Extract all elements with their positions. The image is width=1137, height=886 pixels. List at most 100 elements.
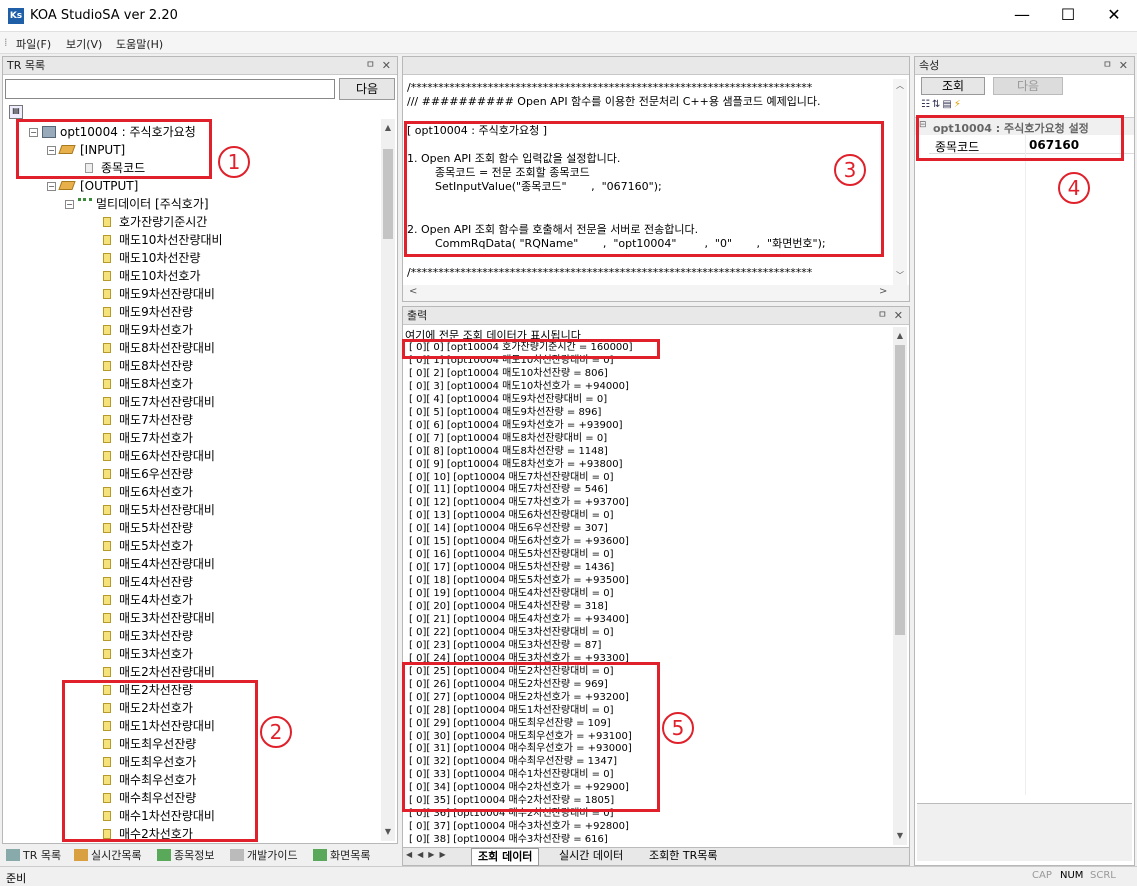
- tree-field-item[interactable]: 매도7차선잔량대비: [103, 393, 215, 411]
- collapse-icon[interactable]: −: [65, 200, 74, 209]
- annotation-circle-2: 2: [260, 716, 292, 748]
- scroll-right-icon[interactable]: >: [879, 286, 887, 297]
- tree-field-item[interactable]: 매도6차선호가: [103, 483, 193, 501]
- field-icon: [103, 613, 111, 623]
- tree-field-item[interactable]: 매도9차선잔량대비: [103, 285, 215, 303]
- tree-field-label: 매도9차선호가: [119, 323, 193, 337]
- field-icon: [103, 541, 111, 551]
- tab-queried-tr-list[interactable]: 조회한 TR목록: [643, 848, 723, 866]
- tree-field-item[interactable]: 매도3차선잔량대비: [103, 609, 215, 627]
- code-hscrollbar[interactable]: < >: [403, 285, 909, 301]
- property-pages-icon[interactable]: ▤: [942, 99, 953, 110]
- tree-field-item[interactable]: 매도9차선호가: [103, 321, 193, 339]
- scroll-up-icon[interactable]: ▲: [893, 329, 907, 343]
- tree-field-item[interactable]: 매도4차선호가: [103, 591, 193, 609]
- props-panel-header: 속성 ㅁ ✕: [915, 57, 1134, 75]
- tree-field-label: 매도9차선잔량대비: [119, 287, 215, 301]
- tree-field-item[interactable]: 매도7차선잔량: [103, 411, 193, 429]
- events-icon[interactable]: ⚡: [954, 99, 963, 110]
- status-text: 준비: [6, 872, 27, 885]
- menu-view[interactable]: 보기(V): [66, 36, 102, 52]
- scroll-up-icon[interactable]: ▲: [381, 121, 395, 135]
- close-button[interactable]: ✕: [1091, 0, 1137, 32]
- realtime-icon: [74, 849, 88, 861]
- tree-field-item[interactable]: 매도10차선잔량대비: [103, 231, 223, 249]
- tree-field-label: 매도10차선잔량대비: [119, 233, 223, 247]
- annotation-box-5a: [402, 339, 660, 359]
- tree-field-item[interactable]: 매도3차선잔량: [103, 627, 193, 645]
- annotation-box-3: [404, 121, 884, 257]
- status-bar: 준비 CAP NUM SCRL: [0, 866, 1137, 886]
- annotation-box-5: [402, 662, 660, 812]
- tree-field-item[interactable]: 매도8차선잔량대비: [103, 339, 215, 357]
- tree-field-item[interactable]: 매도8차선잔량: [103, 357, 193, 375]
- scroll-left-icon[interactable]: <: [409, 286, 417, 297]
- panel-close-icon[interactable]: ✕: [1119, 57, 1128, 75]
- scroll-thumb[interactable]: [383, 149, 393, 239]
- tree-field-item[interactable]: 매도8차선호가: [103, 375, 193, 393]
- menu-file[interactable]: 파일(F): [16, 36, 51, 52]
- tree-field-item[interactable]: 매도5차선호가: [103, 537, 193, 555]
- tree-field-item[interactable]: 매도10차선호가: [103, 267, 201, 285]
- tree-field-item[interactable]: 매도10차선잔량: [103, 249, 201, 267]
- window-title: KOA StudioSA ver 2.20: [30, 8, 178, 23]
- field-icon: [103, 487, 111, 497]
- scroll-down-icon[interactable]: ▼: [893, 829, 907, 843]
- tree-field-item[interactable]: 매도6우선잔량: [103, 465, 193, 483]
- tree-field-item[interactable]: 매도7차선호가: [103, 429, 193, 447]
- scroll-up-icon[interactable]: ︿: [893, 79, 907, 93]
- sort-az-icon[interactable]: ⇅: [932, 99, 942, 110]
- output-scrollbar[interactable]: ▲ ▼: [893, 327, 907, 845]
- pin-icon[interactable]: ㅁ: [1103, 57, 1112, 75]
- menu-help[interactable]: 도움말(H): [116, 36, 163, 52]
- code-scrollbar[interactable]: ︿ ﹀: [893, 79, 907, 285]
- tree-field-item[interactable]: 매도4차선잔량대비: [103, 555, 215, 573]
- tree-field-label: 매도5차선잔량: [119, 521, 193, 535]
- maximize-button[interactable]: ☐: [1045, 0, 1091, 32]
- pin-icon[interactable]: ㅁ: [878, 307, 887, 325]
- collapse-icon[interactable]: −: [47, 182, 56, 191]
- tab-nav-icons[interactable]: ◀◀▶▶: [406, 850, 451, 859]
- panel-close-icon[interactable]: ✕: [382, 57, 391, 75]
- tab-query-data[interactable]: 조회 데이터: [471, 848, 540, 866]
- tree-field-item[interactable]: 매도9차선잔량: [103, 303, 193, 321]
- scroll-down-icon[interactable]: ▼: [381, 825, 395, 839]
- panel-close-icon[interactable]: ✕: [894, 307, 903, 325]
- categorized-icon[interactable]: ☷: [921, 99, 932, 110]
- tree-field-item[interactable]: 호가잔량기준시간: [103, 213, 207, 231]
- scroll-down-icon[interactable]: ﹀: [893, 269, 907, 283]
- tree-toolbar-icon[interactable]: ▤: [9, 105, 23, 119]
- props-next-button[interactable]: 다음: [993, 77, 1063, 95]
- tree-field-item[interactable]: 매도3차선호가: [103, 645, 193, 663]
- tab-screen-list[interactable]: 화면목록: [313, 846, 370, 866]
- tr-search-input[interactable]: [5, 79, 335, 99]
- tree-output-folder[interactable]: − [OUTPUT]: [47, 177, 138, 195]
- tab-dev-guide[interactable]: 개발가이드: [230, 846, 298, 866]
- tr-tree-scrollbar[interactable]: ▲ ▼: [381, 119, 395, 841]
- tree-field-item[interactable]: 매도2차선잔량대비: [103, 663, 215, 681]
- output-folder-label: [OUTPUT]: [80, 179, 139, 193]
- output-line: [ 0][ 5] [opt10004 매도9차선잔량 = 896]: [409, 406, 602, 418]
- tab-stock-info[interactable]: 종목정보: [157, 846, 214, 866]
- tree-field-item[interactable]: 매도5차선잔량대비: [103, 501, 215, 519]
- tree-field-item[interactable]: 매도4차선잔량: [103, 573, 193, 591]
- output-line: [ 0][ 22] [opt10004 매도3차선잔량대비 = 0]: [409, 626, 614, 638]
- tree-field-item[interactable]: 매도5차선잔량: [103, 519, 193, 537]
- props-query-button[interactable]: 조회: [921, 77, 985, 95]
- grid-icon: [78, 198, 92, 206]
- tr-next-button[interactable]: 다음: [339, 78, 395, 100]
- minimize-button[interactable]: —: [999, 0, 1045, 32]
- annotation-circle-4: 4: [1058, 172, 1090, 204]
- output-line: [ 0][ 10] [opt10004 매도7차선잔량대비 = 0]: [409, 471, 614, 483]
- props-divider: [1025, 135, 1026, 795]
- tree-field-item[interactable]: 매도6차선잔량대비: [103, 447, 215, 465]
- tab-realtime-data[interactable]: 실시간 데이터: [553, 848, 629, 866]
- tab-label: 종목정보: [174, 849, 215, 862]
- tree-multi-folder[interactable]: − 멀티데이터 [주식호가]: [65, 195, 209, 213]
- annotation-box-1: [16, 119, 212, 179]
- tab-realtime-list[interactable]: 실시간목록: [74, 846, 142, 866]
- pin-icon[interactable]: ㅁ: [366, 57, 375, 75]
- field-icon: [103, 505, 111, 515]
- tab-tr-list[interactable]: TR 목록: [6, 846, 61, 866]
- scroll-thumb[interactable]: [895, 345, 905, 635]
